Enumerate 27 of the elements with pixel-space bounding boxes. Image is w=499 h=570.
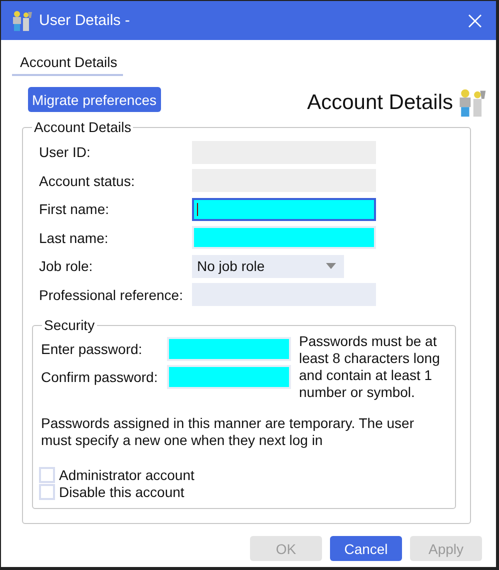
window-title: User Details - xyxy=(39,12,131,29)
field-label: Last name: xyxy=(39,230,110,246)
caret-icon xyxy=(326,263,336,270)
input-field[interactable] xyxy=(192,198,376,221)
field-label: Professional reference: xyxy=(39,286,184,303)
field-label: Job role: xyxy=(39,258,94,274)
info-text: Passwords assigned in this manner are temporary. The user must specify a new one when they next log in xyxy=(41,415,415,449)
checkbox[interactable] xyxy=(39,484,55,500)
group-legend: Account Details xyxy=(32,119,134,135)
field-label: Account status: xyxy=(39,172,136,189)
checkbox-label: Disable this account xyxy=(59,484,184,500)
field-label: Enter password: xyxy=(41,341,144,357)
migrate-button[interactable]: Migrate preferences xyxy=(28,87,161,112)
field-label: User ID: xyxy=(39,144,92,160)
field-label: First name: xyxy=(39,201,110,218)
people-icon xyxy=(457,87,487,119)
checkbox-label: Administrator account xyxy=(59,466,194,482)
dialog-button[interactable]: Cancel xyxy=(330,536,402,561)
group-legend: Security xyxy=(42,317,97,333)
page-heading: Account Details xyxy=(307,91,453,116)
password-rule-text: Passwords must be at least 8 characters long and contain at least 1 number or symbol. xyxy=(299,333,441,401)
close-icon[interactable] xyxy=(468,14,482,28)
checkbox[interactable] xyxy=(39,466,55,482)
field-label: Confirm password: xyxy=(41,369,159,385)
people-icon xyxy=(11,10,33,32)
dropdown[interactable]: No job role xyxy=(192,254,344,278)
tab[interactable]: Account Details xyxy=(12,52,124,76)
